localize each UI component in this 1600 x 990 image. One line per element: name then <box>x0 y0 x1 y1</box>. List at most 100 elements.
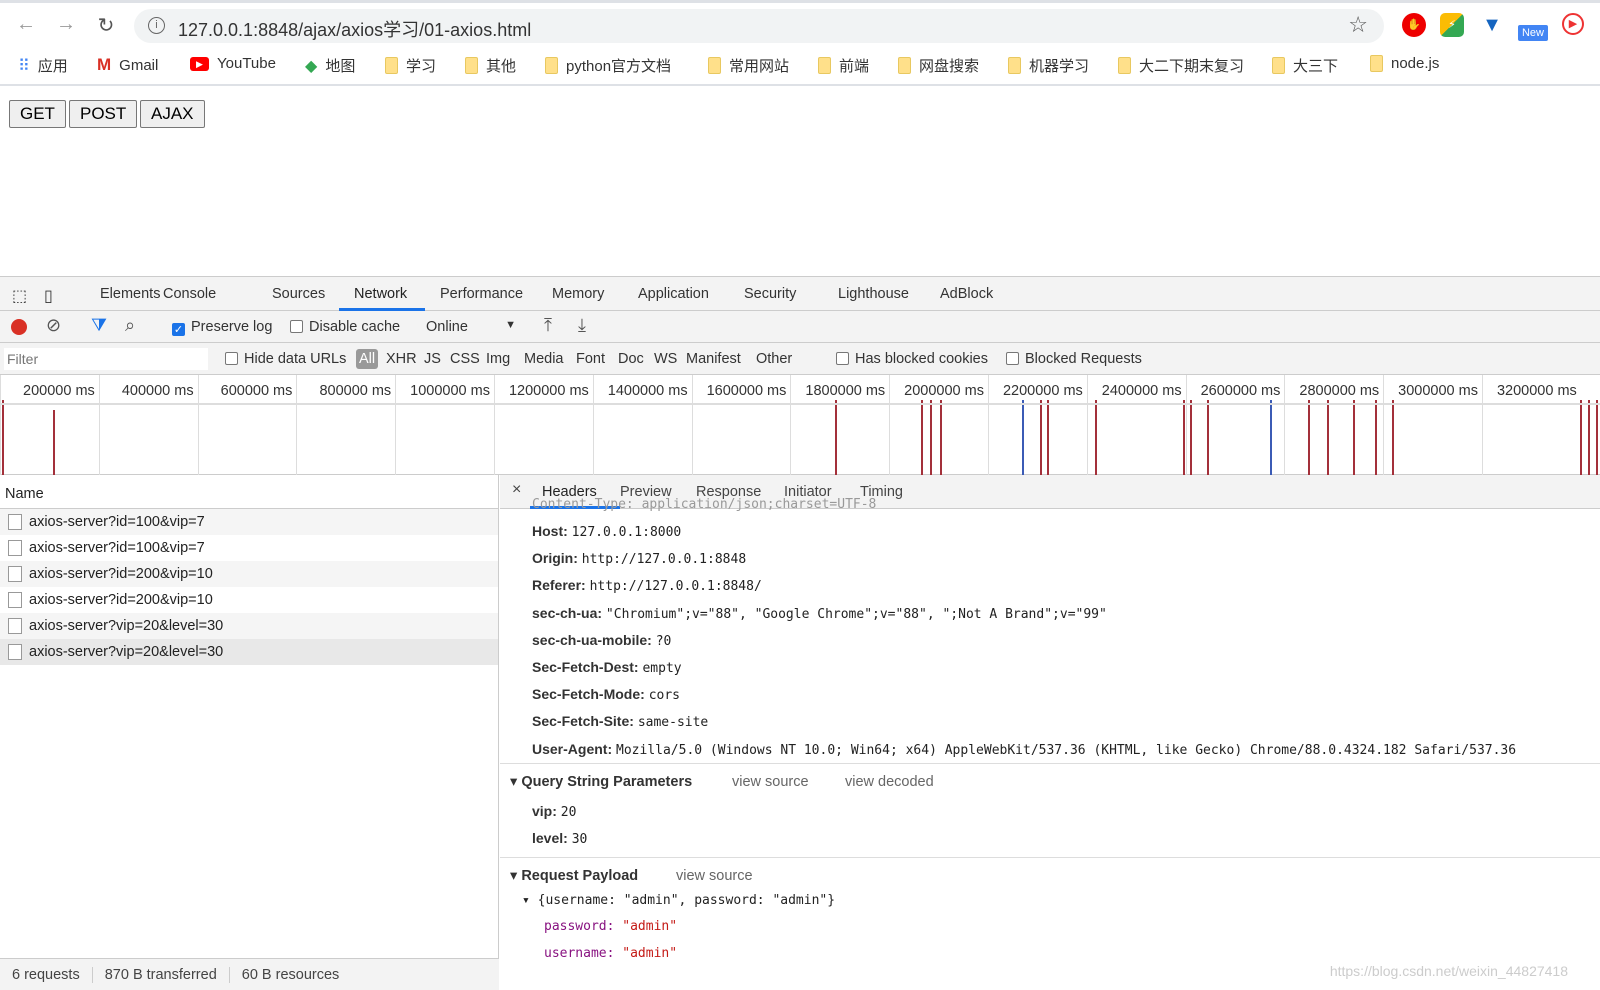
timeline-tick: 2400000 ms <box>1086 375 1186 475</box>
query-param: vip: 20 <box>532 803 576 820</box>
query-view-decoded-link[interactable]: view decoded <box>845 774 934 790</box>
type-filter-other[interactable]: Other <box>756 351 792 367</box>
import-har-icon[interactable]: ⤒ <box>544 315 552 336</box>
payload-value: "admin" <box>622 946 678 961</box>
clear-icon[interactable]: ⊘ <box>46 315 61 336</box>
type-filter-img[interactable]: Img <box>486 351 510 367</box>
header-name: Referer: <box>532 577 586 594</box>
bookmark-11[interactable]: 大二下期末复习 <box>1118 55 1244 76</box>
query-section-toggle[interactable]: ▾ Query String Parameters <box>510 774 692 790</box>
adblock-extension-icon[interactable]: ✋ <box>1402 13 1426 37</box>
record-icon[interactable] <box>11 319 27 335</box>
type-filter-all[interactable]: All <box>356 349 379 369</box>
request-row[interactable]: axios-server?id=200&vip=10 <box>0 561 498 587</box>
bookmark-9[interactable]: 网盘搜索 <box>898 55 979 76</box>
ajax-button[interactable]: AJAX <box>140 100 205 128</box>
request-count: 6 requests <box>0 966 93 983</box>
close-icon[interactable]: × <box>512 481 521 499</box>
type-filter-css[interactable]: CSS <box>450 351 480 367</box>
type-filter-manifest[interactable]: Manifest <box>686 351 741 367</box>
tab-adblock[interactable]: AdBlock <box>940 286 993 302</box>
bookmark-10[interactable]: 机器学习 <box>1008 55 1089 76</box>
tab-memory[interactable]: Memory <box>552 286 604 302</box>
payload-view-source-link[interactable]: view source <box>676 868 753 884</box>
payload-section-toggle[interactable]: ▾ Request Payload <box>510 868 638 884</box>
address-bar[interactable]: i 127.0.0.1:8848/ajax/axios学习/01-axios.h… <box>134 9 1384 43</box>
payload-summary[interactable]: ▾ {username: "admin", password: "admin"} <box>522 893 835 908</box>
timeline-tick: 400000 ms <box>98 375 198 475</box>
new-extension-icon[interactable]: New <box>1518 25 1548 41</box>
funnel-extension-icon[interactable]: ▼ <box>1480 13 1504 37</box>
bookmark-6[interactable]: python官方文档 <box>545 55 671 76</box>
type-filter-font[interactable]: Font <box>576 351 605 367</box>
bookmark-5[interactable]: 其他 <box>465 55 516 76</box>
export-har-icon[interactable]: ⤓ <box>578 315 586 336</box>
reload-button[interactable]: ↻ <box>94 13 118 38</box>
query-view-source-link[interactable]: view source <box>732 774 809 790</box>
name-column-header[interactable]: Name <box>0 475 498 509</box>
disable-cache-checkbox[interactable]: Disable cache <box>290 319 400 335</box>
timeline-request-bar <box>1270 400 1272 475</box>
request-row[interactable]: axios-server?vip=20&level=30 <box>0 639 498 665</box>
bookmark-1[interactable]: M Gmail <box>97 55 158 75</box>
youtube-icon: ▶ <box>190 56 209 71</box>
timeline-request-bar <box>1095 400 1097 475</box>
bookmark-3[interactable]: ◆ 地图 <box>305 55 355 76</box>
content-type-header-clipped: Content-Type: application/json;charset=U… <box>532 497 877 512</box>
filter-icon[interactable]: ⧩ <box>91 315 107 336</box>
hide-data-urls-checkbox[interactable]: Hide data URLs <box>225 351 346 367</box>
request-row[interactable]: axios-server?id=100&vip=7 <box>0 509 498 535</box>
file-icon <box>8 514 22 530</box>
back-button[interactable]: ← <box>14 13 38 36</box>
bookmark-2[interactable]: ▶ YouTube <box>190 55 276 72</box>
bookmark-4[interactable]: 学习 <box>385 55 436 76</box>
timeline-request-bar <box>921 400 923 475</box>
tab-lighthouse[interactable]: Lighthouse <box>838 286 909 302</box>
forward-button[interactable]: → <box>54 13 78 36</box>
bookmark-star-icon[interactable]: ☆ <box>1348 12 1368 38</box>
type-filter-media[interactable]: Media <box>524 351 564 367</box>
request-header: Sec-Fetch-Mode: cors <box>532 686 680 703</box>
blocked-requests-checkbox[interactable]: Blocked Requests <box>1006 351 1142 367</box>
header-value: ?0 <box>655 633 672 649</box>
timeline-request-bar <box>1580 400 1582 475</box>
param-value: 20 <box>560 805 577 820</box>
tab-console[interactable]: Console <box>163 286 216 302</box>
tab-sources[interactable]: Sources <box>272 286 325 302</box>
tab-security[interactable]: Security <box>744 286 796 302</box>
network-overview-timeline[interactable]: 200000 ms 400000 ms 600000 ms 800000 ms 1000… <box>0 375 1600 475</box>
search-icon[interactable]: ⌕ <box>125 315 135 336</box>
request-row[interactable]: axios-server?id=200&vip=10 <box>0 587 498 613</box>
param-name: level: <box>532 830 568 846</box>
bookmark-13[interactable]: node.js <box>1370 55 1439 72</box>
media-extension-icon[interactable]: ▶ <box>1562 13 1584 35</box>
preserve-log-checkbox[interactable]: ✓ Preserve log <box>172 319 272 336</box>
post-button[interactable]: POST <box>69 100 138 128</box>
type-filter-xhr[interactable]: XHR <box>386 351 417 367</box>
type-filter-doc[interactable]: Doc <box>618 351 644 367</box>
type-filter-js[interactable]: JS <box>424 351 441 367</box>
has-blocked-cookies-checkbox[interactable]: Has blocked cookies <box>836 351 988 367</box>
device-toolbar-icon[interactable]: ▯ <box>44 286 53 306</box>
tab-performance[interactable]: Performance <box>440 286 523 302</box>
type-filter-ws[interactable]: WS <box>654 351 677 367</box>
has-blocked-cookies-label: Has blocked cookies <box>855 351 988 367</box>
tab-network[interactable]: Network <box>354 286 407 302</box>
tab-application[interactable]: Application <box>638 286 709 302</box>
inspect-element-icon[interactable]: ⬚ <box>12 286 27 306</box>
timeline-tick: 1200000 ms <box>494 375 593 475</box>
bookmark-8[interactable]: 前端 <box>818 55 869 76</box>
bookmark-0[interactable]: ⠿ 应用 <box>18 55 68 76</box>
throttling-select[interactable]: Online ▼ <box>426 319 516 335</box>
request-header: User-Agent: Mozilla/5.0 (Windows NT 10.0… <box>532 741 1516 758</box>
request-row[interactable]: axios-server?vip=20&level=30 <box>0 613 498 639</box>
filter-input[interactable] <box>4 348 208 370</box>
tab-elements[interactable]: Elements <box>100 286 160 302</box>
request-row[interactable]: axios-server?id=100&vip=7 <box>0 535 498 561</box>
bookmark-7[interactable]: 常用网站 <box>708 55 789 76</box>
query-string-section: ▾ Query String Parameters view source vi… <box>500 763 1600 857</box>
get-button[interactable]: GET <box>9 100 66 128</box>
lightning-extension-icon[interactable]: ⚡ <box>1440 13 1464 37</box>
bookmark-12[interactable]: 大三下 <box>1272 55 1338 76</box>
info-icon[interactable]: i <box>148 17 165 34</box>
